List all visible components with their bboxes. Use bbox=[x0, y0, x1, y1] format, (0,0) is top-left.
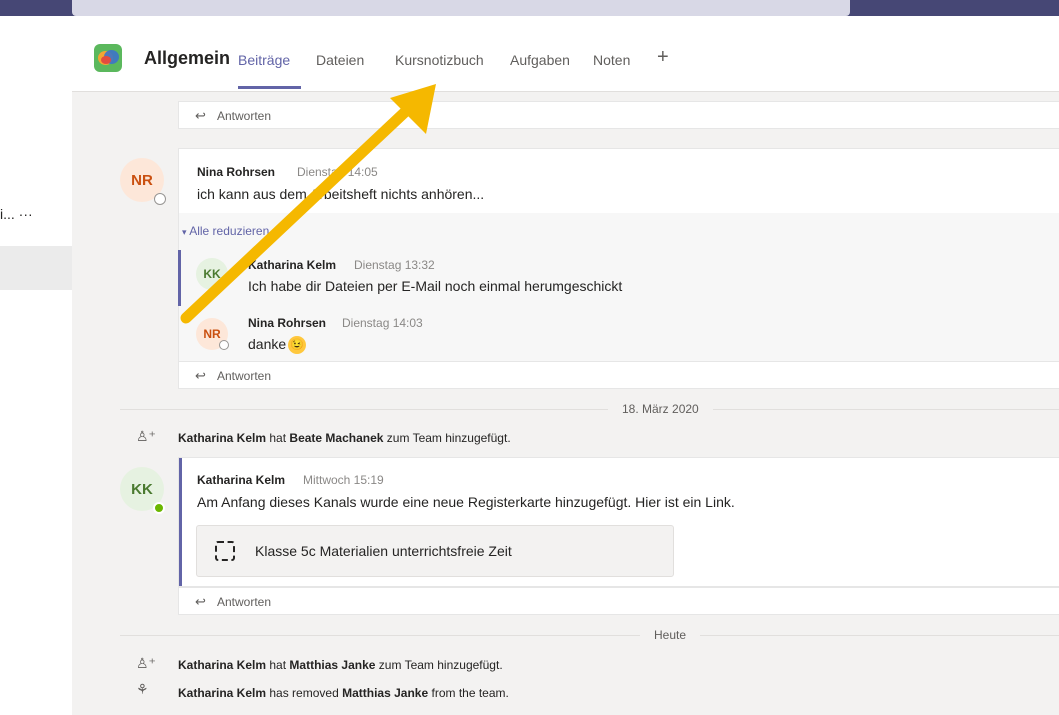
date-divider-label: Heute bbox=[640, 628, 701, 642]
left-pane-selected-item[interactable] bbox=[0, 246, 72, 290]
system-rest: zum Team hinzugefügt. bbox=[378, 658, 503, 672]
channel-header: Allgemein Beiträge Dateien Kursnotizbuch… bbox=[72, 16, 1059, 92]
status-away-icon bbox=[219, 340, 229, 350]
add-person-icon: ♙⁺ bbox=[136, 655, 156, 671]
reply-button[interactable]: ↩ Antworten bbox=[178, 101, 1059, 129]
reply-arrow-icon: ↩ bbox=[195, 108, 206, 123]
system-verb: hat bbox=[269, 658, 287, 672]
avatar-initials: KK bbox=[131, 480, 153, 498]
tab-dateien[interactable]: Dateien bbox=[316, 52, 364, 68]
system-actor[interactable]: Katharina Kelm bbox=[178, 658, 266, 672]
reply-text-content: danke bbox=[248, 336, 287, 352]
message-text: Am Anfang dieses Kanals wurde eine neue … bbox=[197, 494, 735, 510]
system-verb: has removed bbox=[269, 686, 339, 700]
system-actor[interactable]: Katharina Kelm bbox=[178, 686, 266, 700]
status-online-icon bbox=[153, 502, 165, 514]
left-pane-truncated-item[interactable]: i... ··· bbox=[0, 206, 33, 222]
message-author[interactable]: Nina Rohrsen bbox=[197, 165, 275, 179]
left-pane: i... ··· bbox=[0, 16, 72, 715]
system-message: Katharina Kelm has removed Matthias Jank… bbox=[178, 686, 509, 700]
message-accent-rule bbox=[179, 458, 182, 586]
message-text: ich kann aus dem Arbeitsheft nichts anhö… bbox=[197, 186, 485, 202]
reply-button[interactable]: ↩ Antworten bbox=[178, 587, 1059, 615]
tab-beitraege[interactable]: Beiträge bbox=[238, 52, 290, 68]
system-target[interactable]: Matthias Janke bbox=[289, 658, 375, 672]
reply-text: Ich habe dir Dateien per E-Mail noch ein… bbox=[248, 278, 623, 294]
system-rest: from the team. bbox=[431, 686, 509, 700]
tab-kursnotizbuch[interactable]: Kursnotizbuch bbox=[395, 52, 484, 68]
reply-time: Dienstag 14:03 bbox=[342, 316, 423, 330]
reply-button[interactable]: ↩ Antworten bbox=[178, 361, 1059, 389]
reply-arrow-icon: ↩ bbox=[195, 594, 206, 609]
channel-title: Allgemein bbox=[144, 48, 231, 68]
tab-link-card[interactable]: Klasse 5c Materialien unterrichtsfreie Z… bbox=[196, 525, 674, 577]
message-time: Dienstag 14:05 bbox=[297, 165, 378, 179]
date-divider bbox=[120, 635, 1059, 636]
wink-emoji-icon: 😉 bbox=[288, 336, 307, 355]
reply-text: danke 😉 bbox=[248, 336, 307, 355]
date-divider bbox=[120, 409, 1059, 410]
collapse-replies-link[interactable]: ▾ Alle reduzieren bbox=[182, 224, 269, 238]
tab-noten[interactable]: Noten bbox=[593, 52, 630, 68]
search-box[interactable] bbox=[72, 0, 850, 16]
avatar-initials: KK bbox=[203, 267, 221, 281]
message-time: Mittwoch 15:19 bbox=[303, 473, 384, 487]
reply-author[interactable]: Katharina Kelm bbox=[248, 258, 336, 272]
remove-person-icon: ⚘ bbox=[136, 681, 149, 697]
collapse-label: Alle reduzieren bbox=[189, 224, 270, 238]
tab-link-title: Klasse 5c Materialien unterrichtsfreie Z… bbox=[255, 543, 512, 559]
caret-down-icon: ▾ bbox=[182, 227, 187, 237]
reply-author[interactable]: Nina Rohrsen bbox=[248, 316, 326, 330]
message-card: Nina Rohrsen Dienstag 14:05 ich kann aus… bbox=[178, 148, 1059, 214]
system-actor[interactable]: Katharina Kelm bbox=[178, 431, 266, 445]
avatar-initials: NR bbox=[203, 327, 221, 341]
tab-placeholder-icon bbox=[215, 541, 235, 561]
system-message: Katharina Kelm hat Matthias Janke zum Te… bbox=[178, 658, 503, 672]
add-person-icon: ♙⁺ bbox=[136, 428, 156, 444]
reply-label: Antworten bbox=[217, 369, 272, 383]
date-divider-label: 18. März 2020 bbox=[608, 402, 713, 416]
reply-label: Antworten bbox=[217, 595, 272, 609]
active-tab-indicator bbox=[238, 86, 301, 89]
reply-label: Antworten bbox=[217, 109, 272, 123]
avatar[interactable]: KK bbox=[196, 258, 228, 290]
reply-accent-rule bbox=[178, 250, 181, 306]
system-rest: zum Team hinzugefügt. bbox=[386, 431, 511, 445]
add-tab-button[interactable]: + bbox=[657, 46, 669, 69]
status-away-icon bbox=[154, 193, 166, 205]
reply-arrow-icon: ↩ bbox=[195, 368, 206, 383]
system-message: Katharina Kelm hat Beate Machanek zum Te… bbox=[178, 431, 511, 445]
system-target[interactable]: Beate Machanek bbox=[289, 431, 383, 445]
system-verb: hat bbox=[269, 431, 287, 445]
reply-time: Dienstag 13:32 bbox=[354, 258, 435, 272]
tab-aufgaben[interactable]: Aufgaben bbox=[510, 52, 570, 68]
system-target[interactable]: Matthias Janke bbox=[342, 686, 428, 700]
avatar-initials: NR bbox=[131, 171, 153, 189]
teams-channel-icon bbox=[94, 44, 122, 72]
message-author[interactable]: Katharina Kelm bbox=[197, 473, 285, 487]
